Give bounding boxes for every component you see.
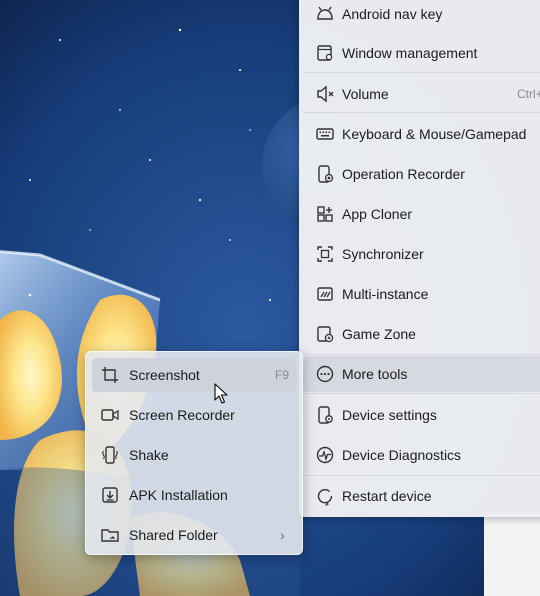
menu-separator [303, 112, 540, 113]
menu-item-more-tools[interactable]: More tools [303, 356, 540, 392]
menu-item-label: Window management [342, 45, 478, 61]
menu-separator [303, 393, 540, 394]
android-icon [312, 1, 338, 27]
menu-item-operation-recorder[interactable]: Operation Recorder [303, 156, 540, 192]
submenu-item-screenshot[interactable]: Screenshot F9 [92, 358, 296, 392]
menu-item-app-cloner[interactable]: App Cloner [303, 196, 540, 232]
menu-item-label: Operation Recorder [342, 166, 465, 182]
submenu-item-label: APK Installation [129, 487, 228, 503]
menu-separator [303, 72, 540, 73]
keyboard-icon [312, 121, 338, 147]
menu-item-restart-device[interactable]: Restart device [303, 478, 540, 514]
volume-shortcut: Ctrl+ [517, 87, 540, 101]
menu-item-label: Multi-instance [342, 286, 429, 302]
shake-icon [99, 444, 121, 466]
menu-separator [303, 354, 540, 355]
menu-separator [303, 475, 540, 476]
more-tools-submenu: Screenshot F9 Screen Recorder Shake APK … [85, 351, 303, 555]
menu-item-device-diagnostics[interactable]: Device Diagnostics [303, 437, 540, 473]
game-zone-icon [312, 321, 338, 347]
more-tools-icon [312, 361, 338, 387]
menu-item-keyboard-mouse-gamepad[interactable]: Keyboard & Mouse/Gamepad [303, 116, 540, 152]
shared-folder-icon [99, 524, 121, 546]
submenu-item-shake[interactable]: Shake [92, 438, 296, 472]
restart-icon [312, 483, 338, 509]
menu-item-label: App Cloner [342, 206, 413, 222]
menu-item-label: Device settings [342, 407, 437, 423]
submenu-item-label: Screenshot [129, 367, 200, 383]
menu-item-label: Device Diagnostics [342, 447, 462, 463]
window-background-strip [484, 515, 540, 596]
chevron-right-icon: › [280, 527, 285, 543]
menu-item-window-management[interactable]: Window management [303, 35, 540, 71]
menu-item-synchronizer[interactable]: Synchronizer [303, 236, 540, 272]
mouse-cursor-icon [214, 383, 228, 404]
operation-recorder-icon [312, 161, 338, 187]
menu-item-label: Volume [342, 86, 389, 102]
window-management-icon [312, 40, 338, 66]
menu-item-label: Game Zone [342, 326, 416, 342]
synchronizer-icon [312, 241, 338, 267]
app-cloner-icon [312, 201, 338, 227]
submenu-item-shared-folder[interactable]: Shared Folder › [92, 518, 296, 552]
submenu-item-label: Screen Recorder [129, 407, 235, 423]
menu-item-android-nav-key[interactable]: Android nav key [303, 0, 540, 32]
menu-item-label: More tools [342, 366, 408, 382]
video-camera-icon [99, 404, 121, 426]
menu-item-label: Keyboard & Mouse/Gamepad [342, 126, 527, 142]
submenu-item-apk-installation[interactable]: APK Installation [92, 478, 296, 512]
menu-item-label: Restart device [342, 488, 432, 504]
menu-item-device-settings[interactable]: Device settings [303, 397, 540, 433]
apk-install-icon [99, 484, 121, 506]
menu-item-multi-instance[interactable]: Multi-instance [303, 276, 540, 312]
crop-screenshot-icon [99, 364, 121, 386]
menu-item-label: Synchronizer [342, 246, 424, 262]
device-settings-icon [312, 402, 338, 428]
context-menu: Android nav key Window management Volume… [299, 0, 540, 517]
submenu-item-screen-recorder[interactable]: Screen Recorder [92, 398, 296, 432]
menu-item-label: Android nav key [342, 6, 443, 22]
menu-item-volume[interactable]: Volume Ctrl+ [303, 76, 540, 112]
submenu-item-label: Shared Folder [129, 527, 218, 543]
device-diagnostics-icon [312, 442, 338, 468]
submenu-item-label: Shake [129, 447, 169, 463]
screenshot-shortcut: F9 [275, 368, 290, 382]
menu-item-game-zone[interactable]: Game Zone [303, 316, 540, 352]
volume-icon [312, 81, 338, 107]
multi-instance-icon [312, 281, 338, 307]
